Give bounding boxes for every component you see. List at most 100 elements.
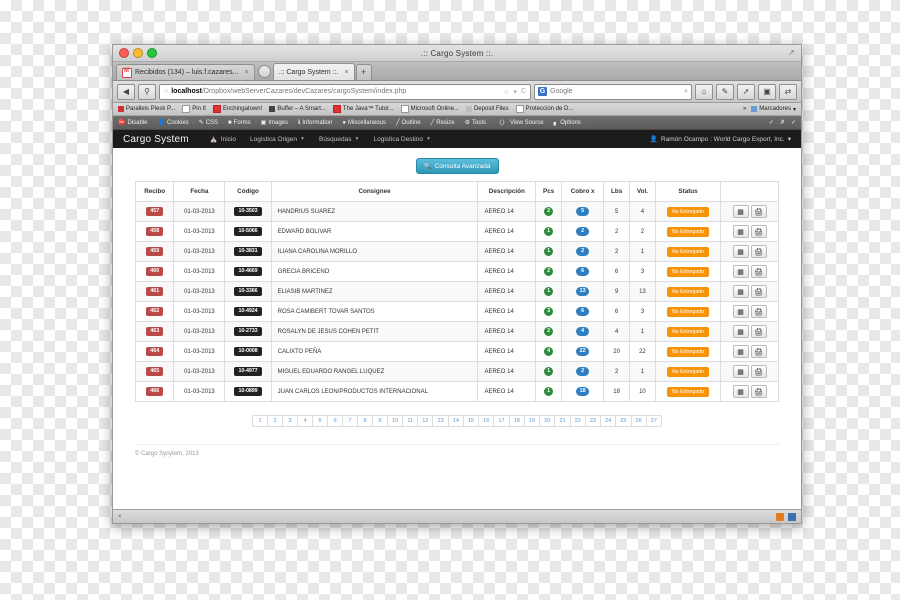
barcode-icon[interactable]: ▦ bbox=[732, 305, 749, 318]
table-row[interactable]: 457 01-03-2013 10-3503 HANDRIUS SUAREZ AEREO… bbox=[134, 201, 779, 222]
pagination-page-17[interactable]: 17 bbox=[493, 415, 509, 427]
printer-icon[interactable]: 🖨 bbox=[750, 325, 767, 338]
readerlist-button[interactable]: ▣ bbox=[758, 83, 776, 100]
devtool-css[interactable]: ✎ CSS bbox=[199, 119, 218, 127]
column-header-status[interactable]: Status bbox=[654, 181, 722, 202]
printer-icon[interactable]: 🖨 bbox=[750, 305, 767, 318]
devtool-information[interactable]: ℹ Information bbox=[298, 119, 332, 127]
devtool-options[interactable]: ▖ Options bbox=[554, 119, 581, 127]
reload-icon[interactable]: C bbox=[521, 88, 526, 95]
bookmark-item[interactable]: Buffer – A Smart... bbox=[269, 106, 326, 112]
column-header-recibo[interactable]: Recibo bbox=[134, 181, 175, 202]
address-bar[interactable]: ○ localhost /Dropbox/webServerCazares/de… bbox=[159, 83, 531, 100]
pagination-page-11[interactable]: 11 bbox=[402, 415, 418, 427]
pagination-page-5[interactable]: 5 bbox=[312, 415, 327, 427]
pagination-page-1[interactable]: 1 bbox=[252, 415, 267, 427]
advanced-search-button[interactable]: 🔍 Consulta Avanzada bbox=[415, 158, 499, 174]
column-header-vol[interactable]: Vol. bbox=[629, 181, 656, 202]
pagination-page-25[interactable]: 25 bbox=[615, 415, 631, 427]
pagination-page-2[interactable]: 2 bbox=[267, 415, 282, 427]
barcode-icon[interactable]: ▦ bbox=[732, 325, 749, 338]
check-icon[interactable]: ✓ bbox=[791, 119, 796, 126]
printer-icon[interactable]: 🖨 bbox=[750, 245, 767, 258]
search-icon[interactable]: ⌕ bbox=[684, 88, 688, 96]
chevron-down-icon[interactable]: ▾ bbox=[513, 88, 517, 96]
bookmarks-overflow-icon[interactable]: » bbox=[743, 106, 746, 112]
devtool-disable[interactable]: ⛔ Disable bbox=[118, 119, 148, 127]
pagination-page-8[interactable]: 8 bbox=[357, 415, 372, 427]
printer-icon[interactable]: 🖨 bbox=[750, 265, 767, 278]
barcode-icon[interactable]: ▦ bbox=[732, 265, 749, 278]
table-row[interactable]: 459 01-03-2013 10-3831 ILIANA CAROLINA MORI… bbox=[134, 241, 779, 262]
bookmark-item[interactable]: Microsoft Online... bbox=[400, 105, 459, 113]
new-tab-button[interactable]: + bbox=[355, 64, 372, 80]
barcode-icon[interactable]: ▦ bbox=[732, 245, 749, 258]
pagination-page-27[interactable]: 27 bbox=[645, 415, 662, 427]
nav-item-logistica-origen[interactable]: Logistica Origen ▼ bbox=[243, 136, 312, 143]
resize-corner-icon[interactable]: ↗ bbox=[788, 48, 797, 57]
bookmark-item[interactable]: Deposit Files bbox=[465, 106, 509, 112]
printer-icon[interactable]: 🖨 bbox=[750, 285, 767, 298]
pagination-page-14[interactable]: 14 bbox=[447, 415, 463, 427]
table-row[interactable]: 460 01-03-2013 10-4669 GRECIA BRICENO AEREO … bbox=[134, 261, 779, 282]
cross-icon[interactable]: ✗ bbox=[780, 119, 785, 126]
barcode-icon[interactable]: ▦ bbox=[732, 345, 749, 358]
close-statusbar-icon[interactable]: × bbox=[118, 514, 122, 520]
barcode-icon[interactable]: ▦ bbox=[732, 385, 749, 398]
bookmark-item[interactable]: The Java™ Tutor... bbox=[332, 105, 394, 113]
user-menu[interactable]: 👤 Ramón Ocampo : World Cargo Export, Inc… bbox=[650, 135, 791, 144]
bookmark-item[interactable]: Enchingatown! bbox=[212, 105, 262, 113]
table-row[interactable]: 466 01-03-2013 10-0899 JUAN CARLOS LEON/PRO… bbox=[134, 381, 779, 402]
close-tab-icon[interactable]: × bbox=[245, 69, 249, 76]
nav-item-logistica-destino[interactable]: Logistica Destino ▼ bbox=[366, 136, 437, 143]
column-header-lbs[interactable]: Lbs bbox=[603, 181, 631, 202]
pagination-page-24[interactable]: 24 bbox=[600, 415, 616, 427]
key-icon[interactable]: ⚲ bbox=[138, 83, 156, 100]
barcode-icon[interactable]: ▦ bbox=[732, 225, 749, 238]
firebug-icon[interactable] bbox=[776, 513, 784, 521]
column-header-fecha[interactable]: Fecha bbox=[173, 181, 226, 202]
printer-icon[interactable]: 🖨 bbox=[750, 225, 767, 238]
bookmark-item[interactable]: Parallels Plesk P... bbox=[118, 106, 175, 112]
column-header-descripcion[interactable]: Descripción bbox=[477, 181, 537, 202]
barcode-icon[interactable]: ▦ bbox=[732, 205, 749, 218]
printer-icon[interactable]: 🖨 bbox=[750, 205, 767, 218]
pagination-page-23[interactable]: 23 bbox=[584, 415, 601, 427]
sync-button[interactable]: ⇄ bbox=[779, 83, 797, 100]
devtool-miscellaneous[interactable]: ● Miscellaneous bbox=[342, 120, 386, 126]
devtool-forms[interactable]: ■ Forms bbox=[228, 120, 251, 126]
search-bar[interactable]: G Google ⌕ bbox=[534, 83, 692, 100]
devtool-cookies[interactable]: 👤 Cookies bbox=[158, 119, 189, 127]
pagination-page-12[interactable]: 12 bbox=[417, 415, 433, 427]
table-row[interactable]: 463 01-03-2013 10-2733 ROSALYN DE JESUS COH… bbox=[134, 321, 779, 342]
pagination-page-6[interactable]: 6 bbox=[327, 415, 342, 427]
table-row[interactable]: 465 01-03-2013 10-4977 MIGUEL EDUARDO RANGE… bbox=[134, 361, 779, 382]
pagination-page-15[interactable]: 15 bbox=[462, 415, 479, 427]
devtool-outline[interactable]: ╱ Outline bbox=[396, 119, 421, 127]
pagination-page-22[interactable]: 22 bbox=[569, 415, 585, 427]
devtool-resize[interactable]: ╱ Resize bbox=[431, 119, 455, 127]
barcode-icon[interactable]: ▦ bbox=[732, 365, 749, 378]
printer-icon[interactable]: 🖨 bbox=[750, 345, 767, 358]
check-icon[interactable]: ✓ bbox=[769, 119, 774, 126]
pagination-page-16[interactable]: 16 bbox=[478, 415, 494, 427]
table-row[interactable]: 458 01-03-2013 10-5066 EDWARD BOLIVAR AEREO … bbox=[134, 221, 779, 242]
pagination-page-4[interactable]: 4 bbox=[297, 415, 312, 427]
nav-item-busquedas[interactable]: Búsquedas ▼ bbox=[312, 136, 366, 143]
column-header-consignee[interactable]: Consignee bbox=[270, 181, 479, 202]
pagination-page-3[interactable]: 3 bbox=[282, 415, 297, 427]
table-row[interactable]: 462 01-03-2013 10-4924 ROSA CAMIBERT TOVAR … bbox=[134, 301, 779, 322]
table-row[interactable]: 464 01-03-2013 10-0008 CALIXTO PEÑA AEREO 14… bbox=[134, 341, 779, 362]
pagination-page-9[interactable]: 9 bbox=[372, 415, 387, 427]
column-header-cobro-x[interactable]: Cobro x bbox=[561, 181, 605, 202]
pagination-page-21[interactable]: 21 bbox=[554, 415, 570, 427]
browser-tab-cargo-system[interactable]: .:: Cargo System ::. × bbox=[272, 63, 355, 80]
pagination-page-18[interactable]: 18 bbox=[508, 415, 524, 427]
downloads-button[interactable]: ➚ bbox=[737, 83, 755, 100]
printer-icon[interactable]: 🖨 bbox=[750, 385, 767, 398]
pagination-page-13[interactable]: 13 bbox=[432, 415, 448, 427]
bookmark-item[interactable]: Protección de D... bbox=[515, 105, 573, 113]
barcode-icon[interactable]: ▦ bbox=[732, 285, 749, 298]
pagination-page-7[interactable]: 7 bbox=[342, 415, 357, 427]
browser-tab-gmail[interactable]: Recibidos (134) – luis.f.cazares... × bbox=[116, 64, 255, 80]
